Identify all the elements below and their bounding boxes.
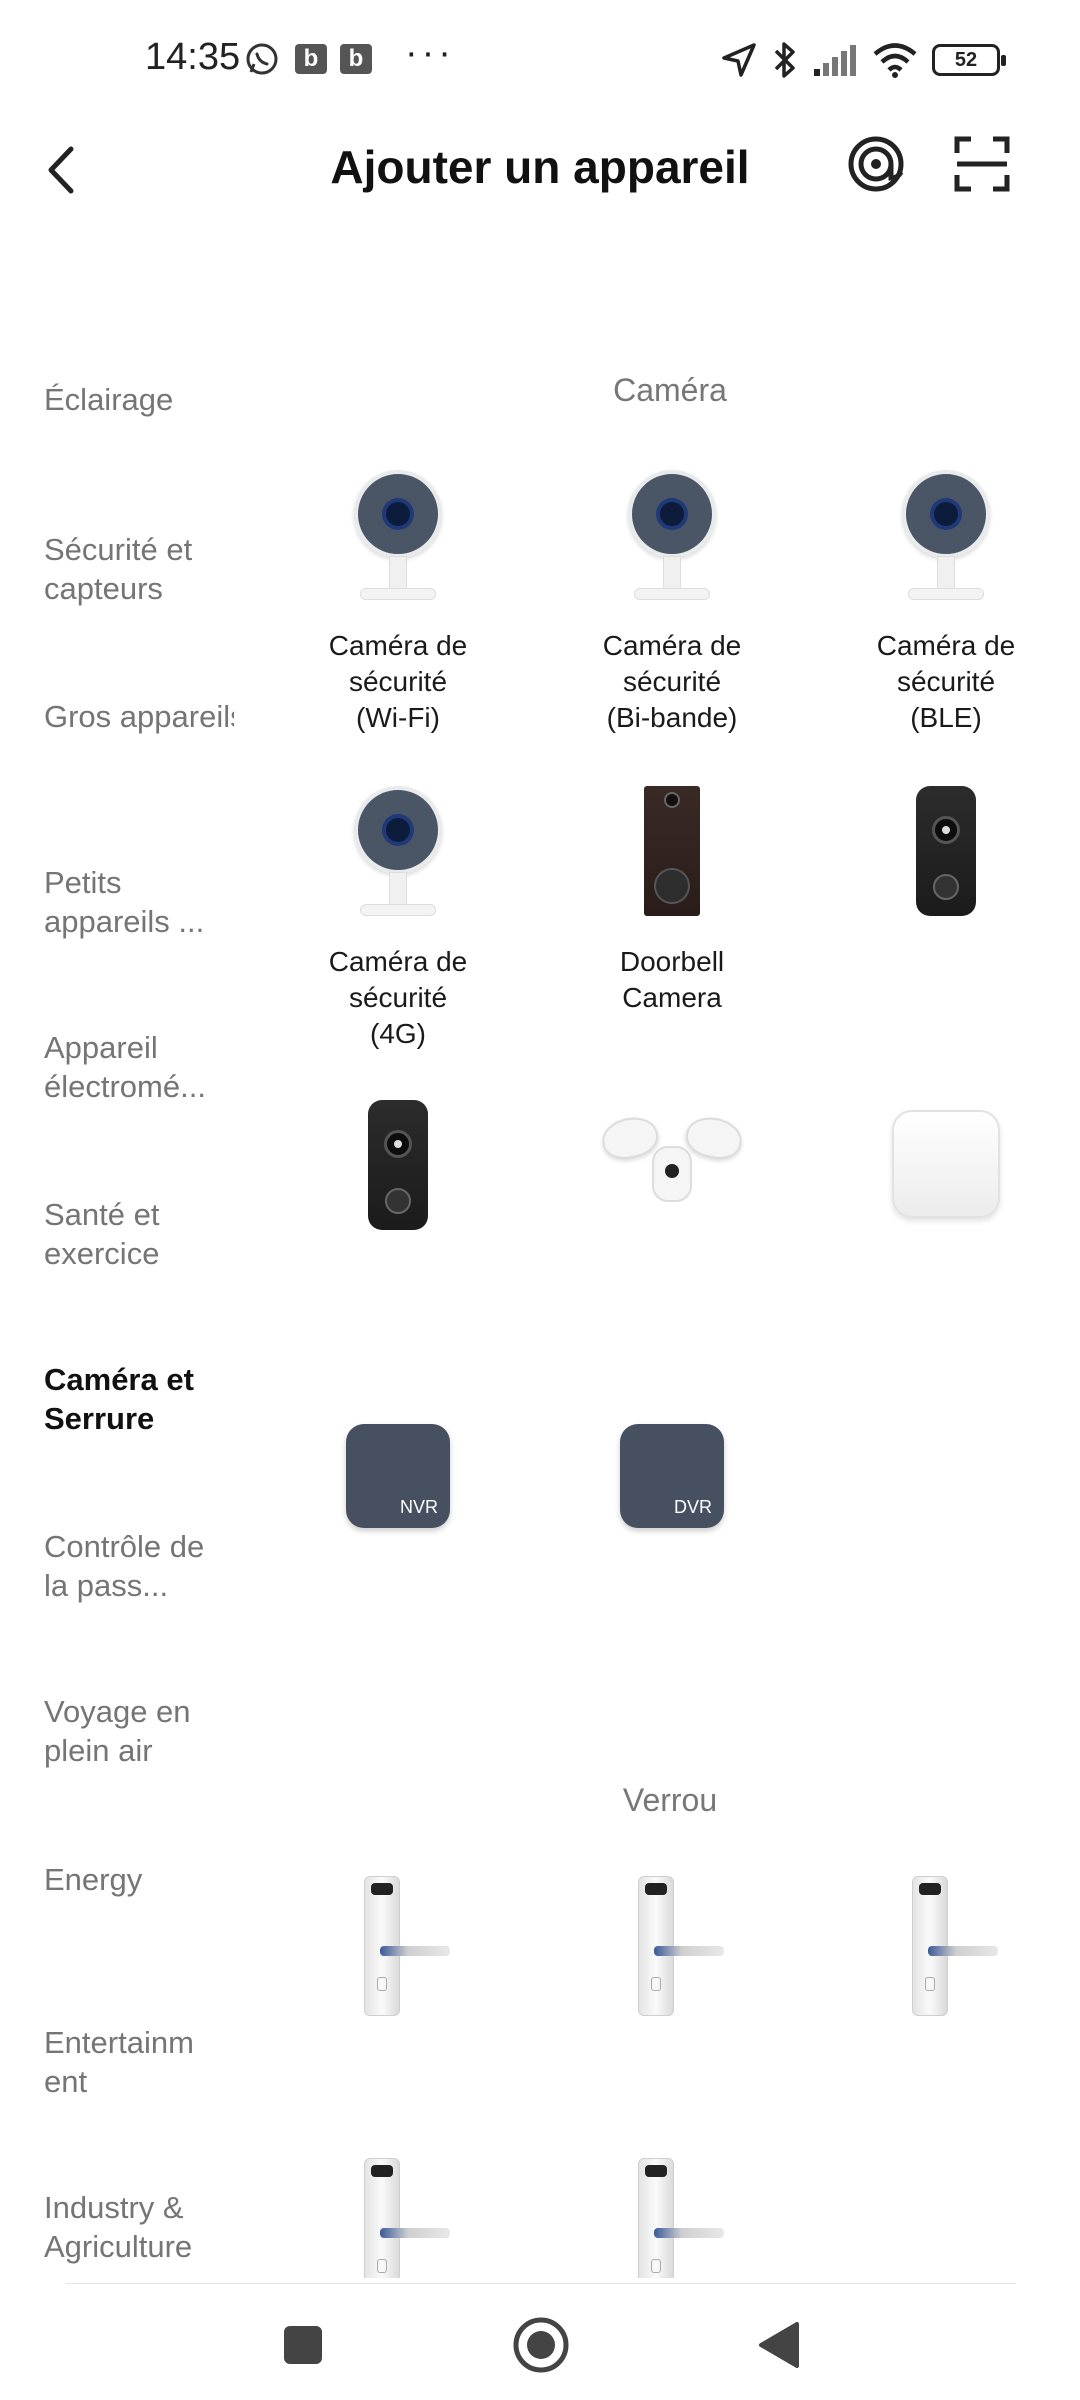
smart-lock-icon — [268, 1866, 528, 2016]
device-lock-5[interactable] — [542, 2148, 802, 2278]
sidebar-item-petits-appareils[interactable]: Petits appareils ... — [44, 863, 234, 941]
page-title: Ajouter un appareil — [330, 141, 750, 193]
nvr-icon: NVR — [268, 1404, 528, 1554]
sidebar-item-eclairage[interactable]: Éclairage — [44, 380, 234, 419]
device-camera-wifi[interactable]: Caméra de sécurité (Wi-Fi) — [268, 470, 528, 736]
section-title-verrou: Verrou — [622, 1782, 718, 1818]
device-lock-4[interactable] — [268, 2148, 528, 2278]
device-camera-bi-bande[interactable]: Caméra de sécurité (Bi-bande) — [542, 470, 802, 736]
hub-icon — [816, 1090, 1076, 1240]
header: Ajouter un appareil — [0, 120, 1080, 280]
sidebar-item-industry[interactable]: Industry & Agriculture — [44, 2188, 234, 2266]
more-notifications-icon: ··· — [405, 32, 455, 74]
doorbell-icon — [542, 776, 802, 926]
security-camera-icon — [268, 786, 528, 936]
nav-back-button[interactable] — [744, 2310, 814, 2380]
notification-b-icon: b — [340, 44, 372, 74]
smart-lock-icon — [816, 1866, 1076, 2016]
notification-b-icon: b — [295, 44, 327, 74]
square-icon — [284, 2326, 322, 2364]
sidebar-item-gros-appareils[interactable]: Gros appareils ... — [44, 697, 234, 736]
security-camera-icon — [268, 470, 528, 620]
smart-lock-icon — [268, 2148, 528, 2278]
bluetooth-icon — [774, 42, 795, 78]
device-camera-4g[interactable]: Caméra de sécurité (4G) — [268, 786, 528, 1052]
device-camera-ble[interactable]: Caméra de sécurité (BLE) — [816, 470, 1076, 736]
sidebar-item-securite[interactable]: Sécurité et capteurs — [44, 530, 234, 608]
device-lock-3[interactable] — [816, 1866, 1076, 2016]
battery-icon: 52 — [932, 44, 1006, 76]
divider — [66, 2283, 1016, 2284]
device-dvr[interactable]: DVR — [542, 1404, 802, 1554]
doorbell-icon — [268, 1090, 528, 1240]
smart-lock-icon — [542, 2148, 802, 2278]
security-camera-icon — [542, 470, 802, 620]
sidebar-item-voyage[interactable]: Voyage en plein air — [44, 1692, 234, 1770]
device-doorbell-black-2[interactable] — [268, 1090, 528, 1240]
scan-frame-icon — [954, 136, 1010, 192]
wifi-icon — [873, 43, 917, 78]
device-lock-1[interactable] — [268, 1866, 528, 2016]
device-floodlight-camera[interactable] — [542, 1090, 802, 1240]
dvr-icon: DVR — [542, 1404, 802, 1554]
sidebar-item-camera-serrure[interactable]: Caméra et Serrure — [44, 1360, 234, 1438]
status-bar: 14:35 b b ··· 52 — [0, 0, 1080, 120]
device-nvr[interactable]: NVR — [268, 1404, 528, 1554]
status-time: 14:35 — [145, 36, 241, 78]
scan-qr-button[interactable] — [946, 128, 1018, 200]
system-nav-bar — [0, 2290, 1080, 2400]
security-camera-icon — [816, 470, 1076, 620]
sidebar-item-energy[interactable]: Energy — [44, 1860, 234, 1899]
doorbell-icon — [816, 776, 1076, 926]
status-icons: 52 — [720, 38, 1006, 82]
signal-icon — [814, 45, 856, 76]
recents-button[interactable] — [268, 2310, 338, 2380]
device-camera-hub[interactable] — [816, 1090, 1076, 1240]
device-lock-2[interactable] — [542, 1866, 802, 2016]
home-button[interactable] — [506, 2310, 576, 2380]
section-title-camera: Caméra — [613, 372, 727, 408]
sidebar-item-entertainment[interactable]: Entertainm ent — [44, 2023, 234, 2101]
device-doorbell-black[interactable] — [816, 776, 1076, 926]
sidebar-item-sante[interactable]: Santé et exercice — [44, 1195, 234, 1273]
smart-lock-icon — [542, 1866, 802, 2016]
sidebar-item-controle[interactable]: Contrôle de la pass... — [44, 1527, 234, 1605]
device-doorbell-camera[interactable]: Doorbell Camera — [542, 776, 802, 1016]
floodlight-camera-icon — [542, 1090, 802, 1240]
triangle-back-icon — [759, 2322, 799, 2368]
circle-icon — [513, 2317, 569, 2373]
sidebar-item-electromenager[interactable]: Appareil électromé... — [44, 1028, 234, 1106]
whatsapp-icon — [246, 43, 278, 75]
auto-scan-button[interactable] — [840, 128, 912, 200]
location-icon — [722, 43, 756, 77]
at-target-icon — [848, 136, 904, 192]
